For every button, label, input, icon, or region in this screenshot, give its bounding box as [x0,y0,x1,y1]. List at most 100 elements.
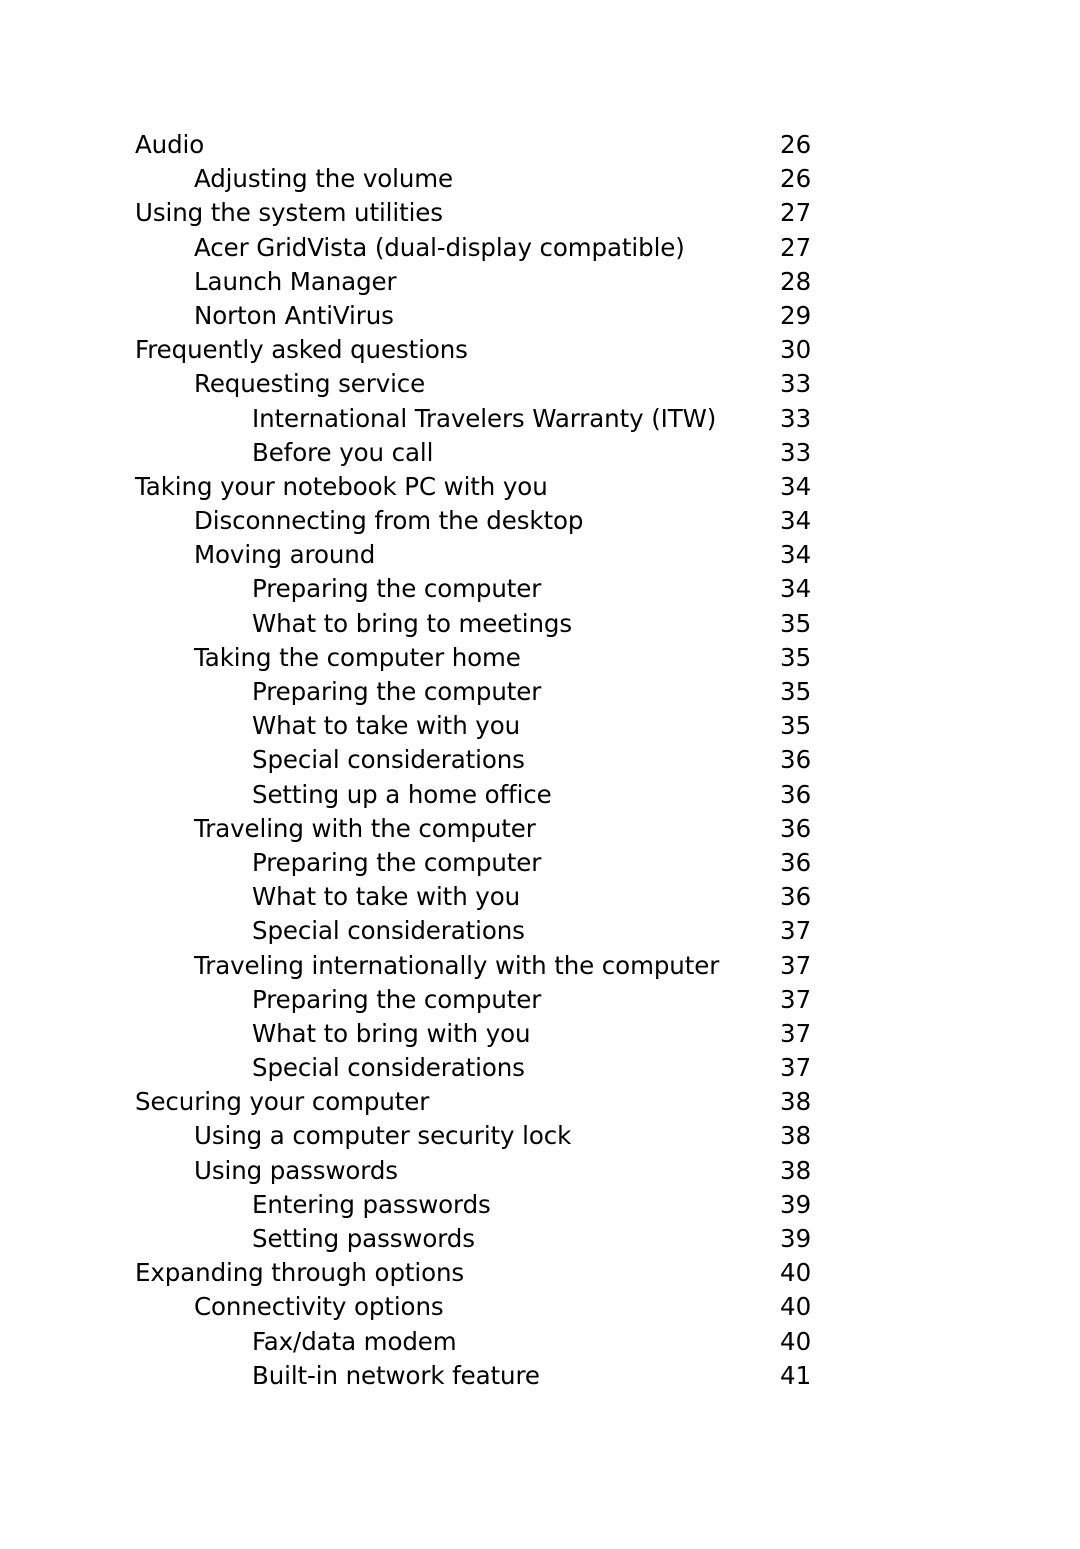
toc-entry-title: Entering passwords [252,1189,491,1219]
toc-entry-title: Special considerations [252,916,525,946]
toc-entry[interactable]: Preparing the computer 34 [135,572,835,606]
toc-entry-page-number: 39 [780,1224,812,1253]
toc-entry[interactable]: Using a computer security lock 38 [135,1119,835,1153]
toc-entry-page-number: 34 [780,471,812,501]
toc-entry-page-number: 35 [780,642,812,672]
toc-entry-title: Expanding through options [135,1258,465,1288]
toc-entry-page-number: 34 [780,574,812,604]
toc-entry-title: Disconnecting from the desktop [194,506,584,536]
toc-entry-page-number: 41 [780,1360,812,1390]
toc-entry[interactable]: Acer GridVista (dual-display compatible)… [135,231,835,265]
toc-entry[interactable]: Before you call 33 [135,436,835,470]
toc-entry[interactable]: Special considerations 37 [135,1051,835,1085]
toc-entry-title: Traveling internationally with the compu… [194,950,720,980]
toc-entry-title: What to bring to meetings [252,608,572,638]
toc-entry-page-number: 36 [780,813,812,843]
toc-entry-page-number: 38 [780,1121,812,1151]
toc-entry-page-number: 40 [780,1258,812,1288]
toc-entry[interactable]: Moving around 34 [135,538,835,572]
toc-entry-page-number: 37 [780,984,812,1014]
toc-entry-title: Frequently asked questions [135,335,468,365]
toc-entry[interactable]: What to bring to meetings 35 [135,607,835,641]
toc-entry-page-number: 40 [780,1326,812,1356]
toc-entry-title: Using a computer security lock [194,1121,572,1151]
toc-entry-page-number: 35 [780,677,812,706]
toc-entry-page-number: 30 [780,335,812,365]
toc-entry[interactable]: International Travelers Warranty (ITW) 33 [135,402,835,436]
toc-entry-page-number: 26 [780,130,812,159]
toc-entry-page-number: 27 [780,232,812,262]
toc-entry-title: Taking your notebook PC with you [135,471,548,501]
toc-entry[interactable]: Connectivity options 40 [135,1290,835,1324]
toc-entry-page-number: 37 [780,1053,812,1083]
toc-entry-title: Setting up a home office [252,779,552,809]
table-of-contents: Audio 26 Adjusting the volume 26 Using the s… [135,128,835,1393]
toc-entry[interactable]: What to bring with you 37 [135,1017,835,1051]
toc-entry[interactable]: Using passwords 38 [135,1154,835,1188]
toc-entry-title: Launch Manager [194,266,397,296]
toc-entry-title: Before you call [252,437,434,467]
toc-entry-title: Connectivity options [194,1292,444,1322]
toc-entry[interactable]: Disconnecting from the desktop 34 [135,504,835,538]
toc-entry[interactable]: Expanding through options 40 [135,1256,835,1290]
toc-entry-title: Preparing the computer [252,847,542,877]
toc-entry-title: What to take with you [252,882,521,912]
toc-entry-page-number: 33 [780,403,812,433]
toc-entry[interactable]: Preparing the computer 35 [135,675,835,709]
toc-entry-title: Preparing the computer [252,984,542,1014]
toc-entry-page-number: 39 [780,1189,812,1219]
toc-entry[interactable]: Special considerations 37 [135,914,835,948]
toc-entry-page-number: 28 [780,266,812,296]
toc-entry-page-number: 26 [780,164,812,194]
toc-entry-page-number: 27 [780,198,812,228]
toc-entry-title: Setting passwords [252,1224,475,1253]
toc-entry[interactable]: Built-in network feature 41 [135,1359,835,1393]
toc-entry[interactable]: Fax/data modem 40 [135,1325,835,1359]
toc-entry-title: Audio [135,130,205,159]
toc-entry-page-number: 37 [780,916,812,946]
toc-entry-page-number: 37 [780,950,812,980]
toc-entry-page-number: 36 [780,745,812,775]
toc-entry[interactable]: Taking your notebook PC with you 34 [135,470,835,504]
toc-entry-page-number: 36 [780,847,812,877]
toc-entry[interactable]: Using the system utilities 27 [135,196,835,230]
toc-entry-title: Built-in network feature [252,1360,540,1390]
toc-entry-title: Securing your computer [135,1087,430,1117]
toc-entry-page-number: 35 [780,711,812,741]
toc-entry[interactable]: Preparing the computer 37 [135,983,835,1017]
toc-entry[interactable]: Launch Manager 28 [135,265,835,299]
toc-entry-page-number: 33 [780,369,812,399]
toc-entry-page-number: 37 [780,1018,812,1048]
toc-entry[interactable]: Entering passwords 39 [135,1188,835,1222]
toc-entry-title: Norton AntiVirus [194,300,394,330]
toc-entry[interactable]: What to take with you 35 [135,709,835,743]
toc-entry[interactable]: Frequently asked questions 30 [135,333,835,367]
toc-entry-title: Acer GridVista (dual-display compatible) [194,232,685,262]
toc-entry-title: Traveling with the computer [194,813,536,843]
toc-entry[interactable]: Securing your computer 38 [135,1085,835,1119]
toc-entry[interactable]: Special considerations 36 [135,743,835,777]
toc-entry[interactable]: Traveling with the computer 36 [135,812,835,846]
toc-entry-title: Fax/data modem [252,1326,457,1356]
toc-entry[interactable]: Traveling internationally with the compu… [135,949,835,983]
toc-entry-title: What to bring with you [252,1018,531,1048]
toc-entry-page-number: 29 [780,300,812,330]
toc-entry[interactable]: What to take with you 36 [135,880,835,914]
toc-entry-title: Moving around [194,540,376,570]
toc-entry[interactable]: Taking the computer home 35 [135,641,835,675]
toc-entry[interactable]: Requesting service 33 [135,367,835,401]
toc-entry[interactable]: Audio 26 [135,128,835,162]
toc-entry[interactable]: Setting passwords 39 [135,1222,835,1256]
toc-entry-page-number: 34 [780,506,812,536]
toc-entry-page-number: 38 [780,1155,812,1185]
toc-entry-page-number: 40 [780,1292,812,1322]
toc-entry[interactable]: Norton AntiVirus 29 [135,299,835,333]
toc-entry[interactable]: Adjusting the volume 26 [135,162,835,196]
toc-entry-title: Adjusting the volume [194,164,454,194]
toc-entry-title: Special considerations [252,1053,525,1083]
toc-entry[interactable]: Preparing the computer 36 [135,846,835,880]
toc-entry-title: Using passwords [194,1155,398,1185]
toc-entry-title: Special considerations [252,745,525,775]
toc-entry[interactable]: Setting up a home office 36 [135,778,835,812]
toc-entry-page-number: 38 [780,1087,812,1117]
